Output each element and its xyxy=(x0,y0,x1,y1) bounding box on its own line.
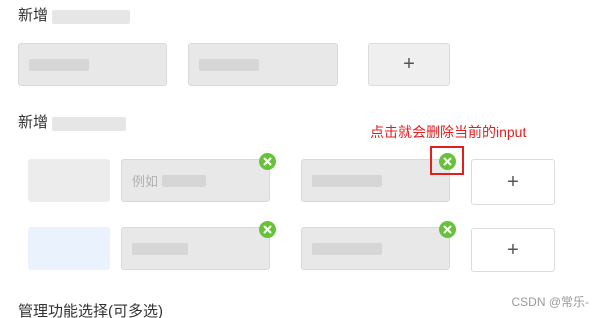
section-title-function-select: 管理功能选择(可多选) xyxy=(18,302,163,318)
add-item-button-1[interactable]: + xyxy=(471,159,555,205)
close-circle-icon[interactable] xyxy=(439,153,456,170)
section-title-add-field-items: 新增 xyxy=(18,113,48,133)
item-input-1-2[interactable] xyxy=(301,159,450,202)
field-input-1[interactable] xyxy=(18,43,167,86)
redacted-text xyxy=(52,117,126,131)
page: 新增 + 新增 点击就会删除当前的input 例如 + + 管理功能选择(可多选… xyxy=(0,0,599,318)
input-placeholder xyxy=(132,242,188,255)
add-item-button-2[interactable]: + xyxy=(471,228,555,272)
section-title-text: 管理功能选择(可多选) xyxy=(18,303,163,318)
input-placeholder xyxy=(199,58,259,71)
input-placeholder xyxy=(312,242,382,255)
close-circle-icon[interactable] xyxy=(259,153,276,170)
close-circle-icon[interactable] xyxy=(439,221,456,238)
watermark: CSDN @常乐- xyxy=(511,295,589,309)
input-placeholder xyxy=(162,174,207,187)
row-label-2 xyxy=(28,227,110,270)
row-label-1 xyxy=(28,159,110,202)
section-title-add-field: 新增 xyxy=(18,6,48,26)
item-input-2-1[interactable] xyxy=(121,227,270,270)
input-placeholder xyxy=(312,174,382,187)
section-title-text: 新增 xyxy=(18,7,49,24)
item-input-2-2[interactable] xyxy=(301,227,450,270)
field-input-2[interactable] xyxy=(188,43,338,86)
redacted-text xyxy=(52,10,130,24)
input-value: 例如 xyxy=(132,174,159,189)
plus-icon: + xyxy=(507,170,519,193)
add-input-button[interactable]: + xyxy=(368,43,450,86)
plus-icon: + xyxy=(403,53,415,75)
item-input-1-1[interactable]: 例如 xyxy=(121,159,270,202)
annotation-text: 点击就会删除当前的input xyxy=(370,124,527,140)
section-title-text: 新增 xyxy=(18,114,49,131)
close-circle-icon[interactable] xyxy=(259,221,276,238)
plus-icon: + xyxy=(507,238,519,261)
input-placeholder xyxy=(29,58,89,71)
